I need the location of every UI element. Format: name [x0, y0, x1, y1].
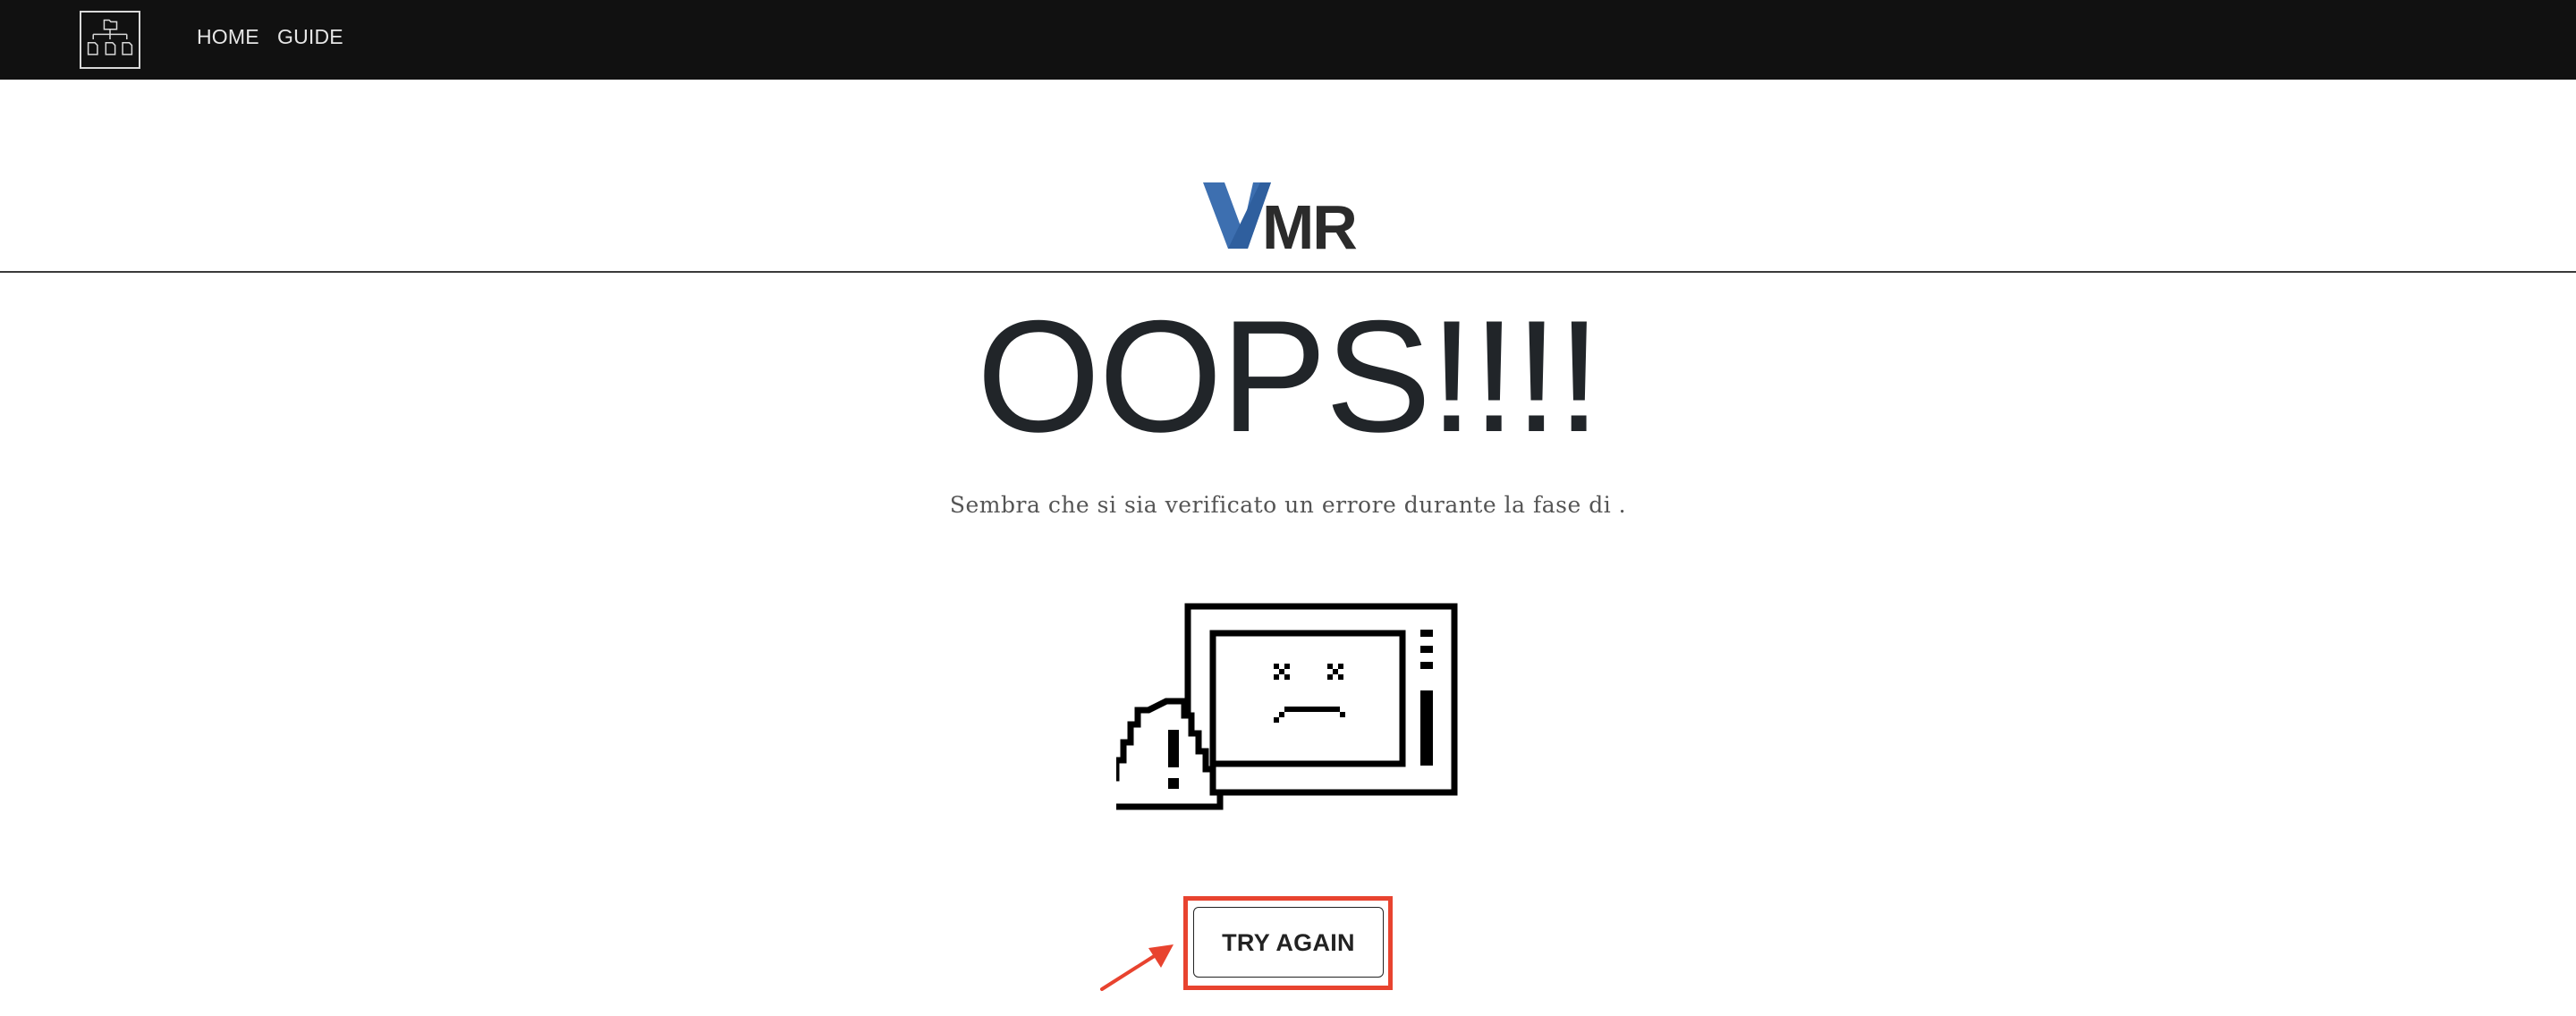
brand-logo-button[interactable]	[80, 11, 140, 69]
nav-home-link[interactable]: HOME	[197, 25, 259, 48]
error-title: OOPS!!!!	[976, 287, 1601, 465]
broken-computer-warning-icon	[1116, 601, 1458, 817]
nav-guide-link[interactable]: GUIDE	[277, 25, 343, 48]
folder-tree-icon	[87, 19, 133, 55]
vmr-logo: MR	[1203, 177, 1373, 254]
svg-text:MR: MR	[1262, 192, 1357, 254]
try-again-button[interactable]: TRY AGAIN	[1193, 907, 1384, 978]
error-message: Sembra che si sia verificato un errore d…	[949, 492, 1627, 518]
top-navbar: HOME GUIDE	[0, 0, 2576, 80]
red-arrow-icon	[1097, 939, 1177, 995]
header-divider	[0, 271, 2576, 273]
